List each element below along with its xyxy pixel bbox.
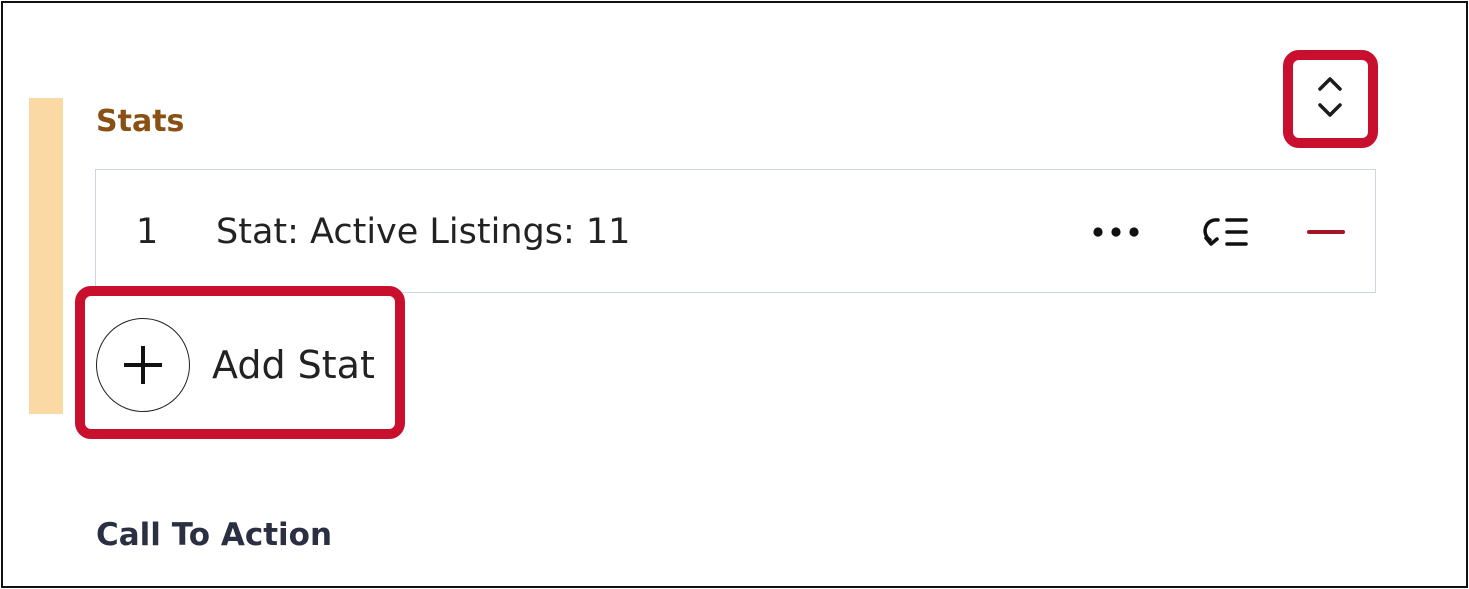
- chevron-up-down-icon: [1318, 77, 1342, 117]
- more-options-icon: [1093, 227, 1139, 237]
- remove-item-button[interactable]: [1301, 210, 1351, 254]
- section-accent-bar: [29, 98, 63, 414]
- remove-icon: [1307, 230, 1345, 234]
- add-stat-button[interactable]: Add Stat: [96, 315, 375, 415]
- stat-list-item[interactable]: 1 Stat: Active Listings: 11: [95, 169, 1376, 293]
- add-stat-label: Add Stat: [212, 343, 375, 387]
- panel-frame: [1, 1, 1468, 588]
- replace-list-icon: [1203, 218, 1248, 246]
- stats-section-title: Stats: [96, 104, 185, 139]
- stat-item-label: Stat: Active Listings: 11: [216, 212, 631, 252]
- more-options-button[interactable]: [1086, 210, 1146, 254]
- plus-circle-icon: [96, 318, 190, 412]
- stat-item-index: 1: [136, 212, 159, 252]
- collapse-toggle-button[interactable]: [1302, 66, 1358, 128]
- call-to-action-section-title: Call To Action: [96, 517, 333, 553]
- plus-icon: [124, 346, 162, 384]
- replace-item-button[interactable]: [1196, 210, 1256, 254]
